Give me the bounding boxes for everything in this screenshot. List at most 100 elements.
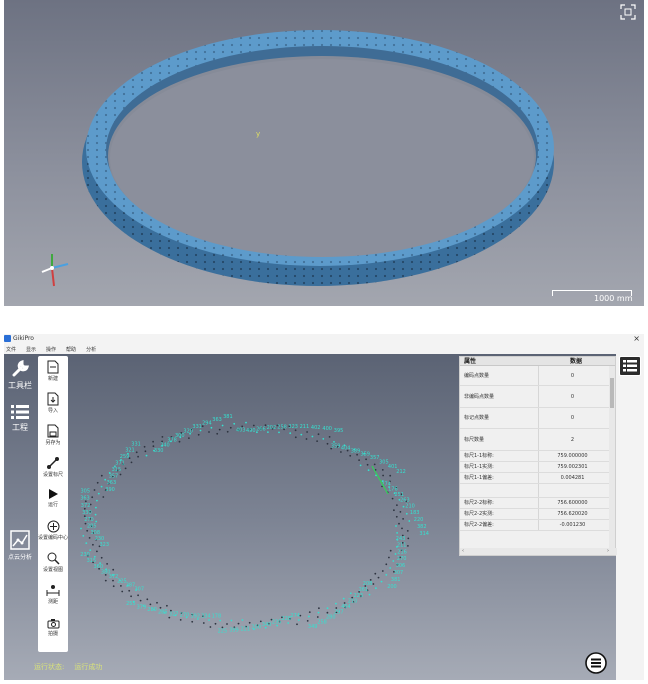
project-button[interactable]: 工程 (6, 404, 34, 433)
point-label: 307 (394, 570, 404, 576)
point-label: 200 (387, 584, 397, 590)
menu-help[interactable]: 帮助 (66, 346, 76, 353)
list-view-button[interactable] (619, 356, 641, 376)
point-label: 230 (80, 552, 90, 558)
cloud-point (144, 450, 147, 453)
point-label: 330 (154, 448, 164, 454)
measure-button[interactable]: 测距 (38, 584, 68, 605)
point-label: 315 (87, 558, 97, 564)
cloud-point (135, 451, 138, 454)
menu-icon[interactable] (585, 652, 607, 674)
table-row[interactable]: 标尺2-2实测: 756.620020 (460, 509, 615, 520)
cloud-point (100, 474, 103, 477)
point-label: 243 (396, 536, 406, 542)
run-button[interactable]: 运行 (38, 488, 68, 508)
title-bar: GikiPro × (4, 334, 644, 344)
point-label: 266 (256, 426, 266, 432)
cloud-point (349, 454, 352, 457)
workspace[interactable]: 工具栏 工程 点云分析 新建 导入 另存为 设置标尺 运行 设置编码中心 设置视… (4, 354, 617, 680)
point-label: 363 (212, 417, 222, 423)
point-label: 210 (405, 504, 415, 510)
cloud-point (375, 587, 377, 590)
point-label: 212 (396, 469, 406, 475)
cloud-point (209, 626, 212, 628)
cloud-point (188, 437, 190, 439)
cloud-point (218, 428, 221, 431)
cloud-point (367, 469, 370, 472)
prop-value: 0 (538, 386, 606, 407)
cloud-point (145, 454, 148, 457)
point-label: 340 (262, 622, 272, 628)
cloud-point (395, 525, 397, 527)
cloud-point (318, 607, 320, 610)
cloud-point (216, 432, 219, 435)
cloud-point (248, 621, 251, 624)
properties-panel: 属性 数据 编码点数量 0 非编码点数量 0 标记点数量 0 标尺数量 2 标尺1-1标… (459, 356, 617, 556)
cloud-point (381, 570, 384, 572)
cloud-point (399, 511, 402, 513)
menu-file[interactable]: 文件 (6, 346, 16, 353)
cloud-point (214, 622, 217, 625)
cloud-point (326, 607, 329, 610)
toolbar-label: 工具栏 (8, 381, 32, 390)
list-icon (11, 405, 29, 419)
cloud-point (391, 497, 394, 500)
save-as-button[interactable]: 另存为 (38, 424, 68, 446)
point-label: 380 (101, 569, 111, 575)
new-button[interactable]: 新建 (38, 360, 68, 382)
point-label: 330 (82, 510, 92, 516)
set-code-center-button[interactable]: 设置编码中心 (38, 520, 68, 541)
cloud-analysis-button[interactable]: 点云分析 (6, 530, 34, 561)
cloud-point (137, 594, 139, 597)
scroll-left-icon[interactable]: ‹ (462, 548, 464, 554)
toolbar-button[interactable]: 工具栏 (6, 360, 34, 391)
point-label: 359 (360, 452, 370, 458)
scroll-right-icon[interactable]: › (607, 548, 609, 554)
cloud-point (197, 433, 200, 436)
new-label: 新建 (47, 376, 58, 382)
table-row[interactable]: 标尺数量 2 (460, 429, 615, 451)
point-label: 403 (236, 427, 246, 433)
set-view-button[interactable]: 设置视图 (38, 552, 68, 573)
cloud-point (389, 567, 392, 569)
vertical-scrollbar[interactable] (609, 366, 615, 548)
cloud-point (316, 440, 318, 442)
cloud-point (156, 601, 158, 604)
import-button[interactable]: 导入 (38, 392, 68, 414)
table-row[interactable]: 标记点数量 0 (460, 408, 615, 429)
cloud-point (267, 431, 269, 433)
measure-label: 测距 (47, 599, 58, 605)
scroll-thumb[interactable] (610, 378, 614, 408)
table-row[interactable]: 标尺1-1标称: 759.000000 (460, 451, 615, 462)
point-label: 259 (120, 454, 130, 460)
point-label: 305 (81, 488, 91, 494)
menu-view[interactable]: 显示 (26, 346, 36, 353)
ruler-line (371, 465, 389, 495)
table-row[interactable]: 非编码点数量 0 (460, 386, 615, 408)
axes-gizmo-icon (41, 254, 69, 287)
close-button[interactable]: × (633, 334, 640, 343)
menu-analysis[interactable]: 分析 (86, 346, 96, 353)
table-row[interactable]: 标尺1-1偏差: 0.004281 (460, 473, 615, 484)
capture-button[interactable]: 拍摄 (38, 618, 68, 637)
point-cloud-view[interactable]: 490 266 202 258 323 211 402 400 395359 404 3893593… (70, 354, 456, 654)
prop-name: 编码点数量 (464, 373, 490, 379)
table-row[interactable]: 编码点数量 0 (460, 366, 615, 386)
fit-view-icon[interactable] (620, 4, 636, 20)
cloud-point (407, 545, 409, 547)
point-label: 360 (94, 564, 104, 570)
set-ruler-button[interactable]: 设置标尺 (38, 456, 68, 478)
menu-operate[interactable]: 操作 (46, 346, 56, 353)
table-row[interactable]: 标尺2-2偏差: -0.001230 (460, 520, 615, 531)
zoom-icon (47, 552, 60, 565)
ring-model (82, 30, 554, 286)
table-row[interactable]: 标尺1-1实测: 759.002301 (460, 462, 615, 473)
point-label: 287 (126, 583, 136, 589)
point-label: 327 (169, 611, 179, 617)
import-label: 导入 (47, 408, 58, 414)
properties-name-header: 属性 (464, 358, 477, 365)
cloud-point (394, 553, 397, 555)
3d-viewer[interactable]: y 1000 mm (4, 0, 644, 306)
table-row[interactable]: 标尺2-2标称: 756.600000 (460, 498, 615, 509)
horizontal-scrollbar[interactable]: ‹ › (460, 548, 617, 555)
